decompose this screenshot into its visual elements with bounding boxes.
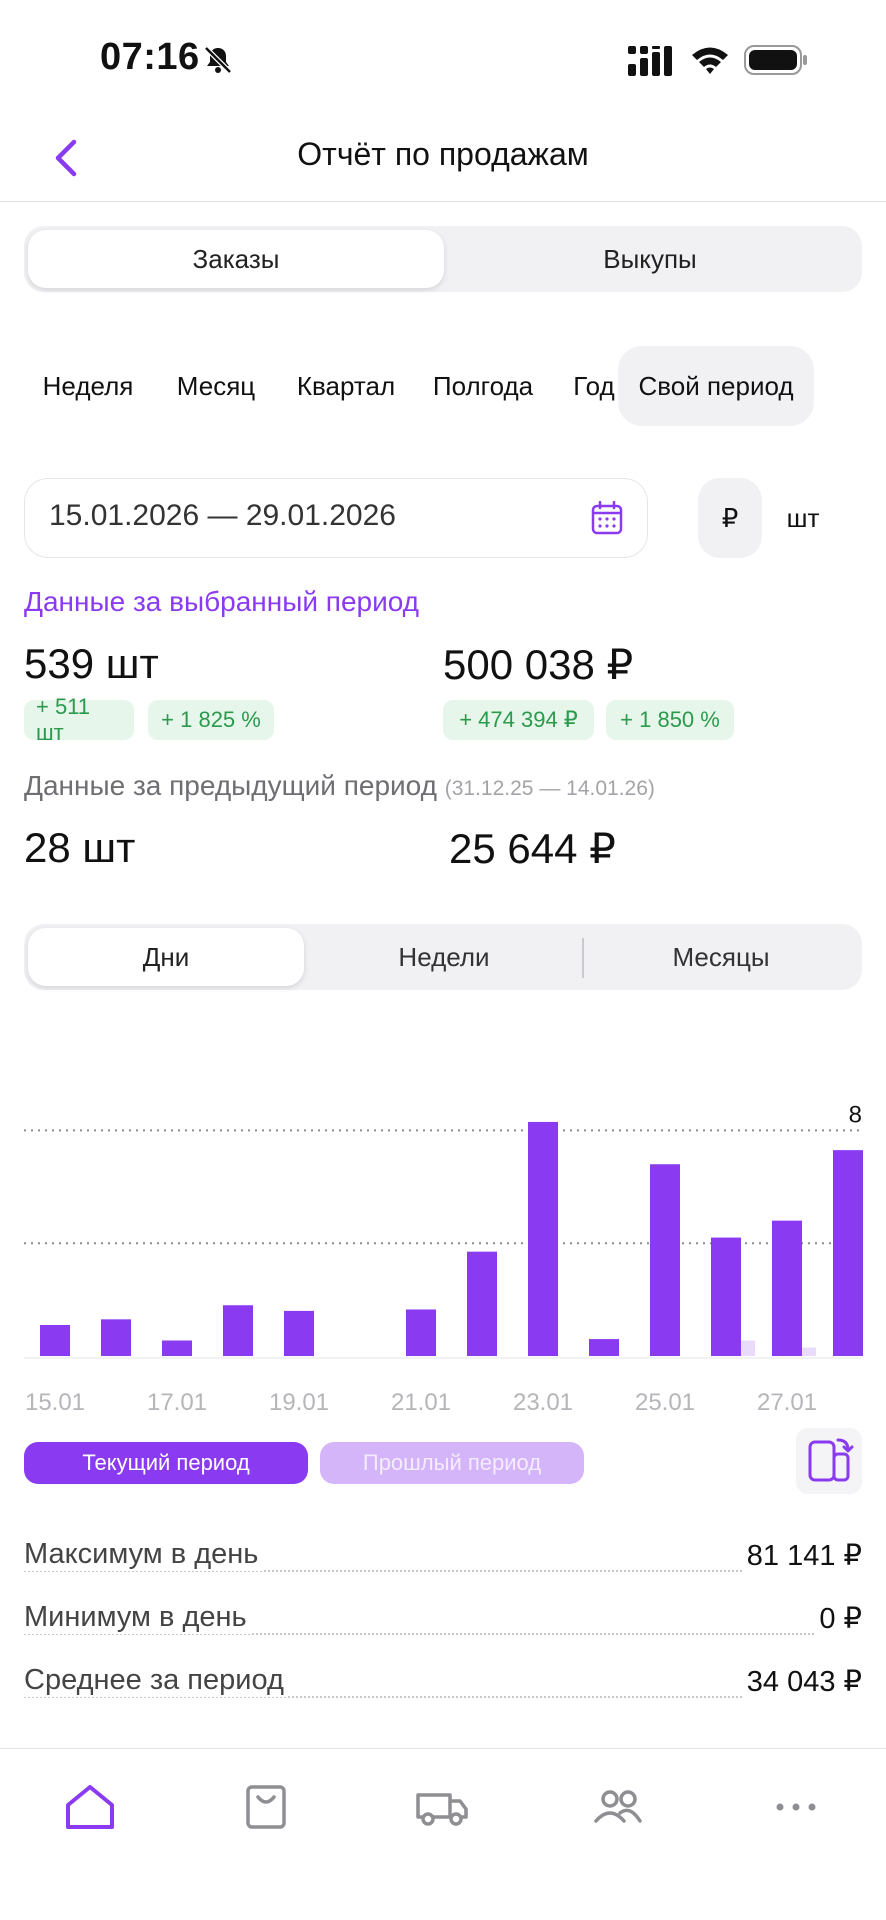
previous-period-range: (31.12.25 — 14.01.26) bbox=[444, 777, 655, 800]
current-period-title: Данные за выбранный период bbox=[24, 586, 420, 617]
tab-months[interactable]: Месяцы bbox=[584, 928, 858, 986]
quantity-delta-badge: + 511 шт bbox=[24, 694, 134, 745]
more-icon[interactable] bbox=[766, 1779, 826, 1835]
battery-icon bbox=[744, 45, 807, 75]
x-tick-label: 15.01 bbox=[25, 1389, 85, 1416]
bar-current-26.01[interactable] bbox=[711, 1237, 741, 1356]
rotate-device-icon bbox=[808, 1438, 854, 1482]
users-icon[interactable] bbox=[588, 1779, 648, 1835]
bar-current-21.01[interactable] bbox=[406, 1309, 436, 1356]
quantity-delta-pct-badge: + 1 825 % bbox=[148, 700, 274, 740]
x-tick-label: 19.01 bbox=[269, 1389, 329, 1416]
x-tick-label: 27.01 bbox=[757, 1389, 817, 1416]
period-week[interactable]: Неделя bbox=[24, 346, 152, 426]
unit-rub-toggle[interactable]: ₽ bbox=[698, 478, 762, 558]
stat-min-per-day: Минимум в день 0 ₽ bbox=[24, 1601, 862, 1641]
bar-current-25.01[interactable] bbox=[650, 1164, 680, 1356]
period-half-year[interactable]: Полгода bbox=[416, 346, 550, 426]
bottom-navigation bbox=[0, 1748, 886, 1920]
bar-current-27.01[interactable] bbox=[772, 1220, 802, 1356]
bar-current-17.01[interactable] bbox=[162, 1340, 192, 1356]
stat-average: Среднее за период 34 043 ₽ bbox=[24, 1664, 862, 1704]
previous-amount: 25 644 ₽ bbox=[449, 825, 616, 872]
previous-quantity: 28 шт bbox=[24, 824, 136, 871]
period-selector: Неделя Месяц Квартал Полгода Год Свой пе… bbox=[24, 346, 874, 426]
bar-current-23.01[interactable] bbox=[528, 1121, 558, 1356]
swap-orientation-button[interactable] bbox=[796, 1428, 862, 1494]
bar-current-18.01[interactable] bbox=[223, 1305, 253, 1356]
date-range-field[interactable]: 15.01.2026 — 29.01.2026 bbox=[24, 478, 648, 558]
tab-buyouts[interactable]: Выкупы bbox=[442, 230, 858, 288]
truck-icon[interactable] bbox=[412, 1779, 472, 1835]
period-quarter[interactable]: Квартал bbox=[280, 346, 412, 426]
signal-icon bbox=[628, 46, 672, 76]
tab-days[interactable]: Дни bbox=[28, 928, 304, 986]
bar-current-19.01[interactable] bbox=[284, 1310, 314, 1356]
bell-off-icon bbox=[204, 46, 232, 74]
current-amount: 500 038 ₽ bbox=[443, 641, 634, 688]
x-tick-label: 17.01 bbox=[147, 1389, 207, 1416]
stat-value: 0 ₽ bbox=[815, 1601, 862, 1636]
amount-delta-pct-badge: + 1 850 % bbox=[606, 700, 734, 740]
bar-current-24.01[interactable] bbox=[589, 1339, 619, 1356]
y-tick-label: 8 bbox=[849, 1101, 862, 1128]
legend-current-period[interactable]: Текущий период bbox=[24, 1442, 308, 1484]
bar-current-28.01[interactable] bbox=[833, 1150, 863, 1356]
stat-value: 34 043 ₽ bbox=[742, 1664, 862, 1699]
home-icon[interactable] bbox=[60, 1779, 120, 1835]
header: Отчёт по продажам bbox=[0, 120, 886, 202]
stat-label: Минимум в день bbox=[24, 1601, 251, 1634]
previous-period-label: Данные за предыдущий период bbox=[24, 770, 437, 801]
bar-current-16.01[interactable] bbox=[101, 1319, 131, 1356]
amount-delta-badge: + 474 394 ₽ bbox=[443, 700, 594, 740]
bar-current-15.01[interactable] bbox=[40, 1324, 70, 1356]
x-tick-label: 23.01 bbox=[513, 1389, 573, 1416]
status-bar: 07:16 bbox=[0, 0, 886, 120]
period-month[interactable]: Месяц bbox=[156, 346, 276, 426]
page-title: Отчёт по продажам bbox=[297, 136, 589, 172]
shopping-bag-icon[interactable] bbox=[236, 1779, 296, 1835]
date-range-text: 15.01.2026 — 29.01.2026 bbox=[49, 499, 396, 532]
x-tick-label: 25.01 bbox=[635, 1389, 695, 1416]
report-type-switch: Заказы Выкупы bbox=[24, 226, 862, 292]
tab-weeks[interactable]: Недели bbox=[306, 928, 582, 986]
stat-max-per-day: Максимум в день 81 141 ₽ bbox=[24, 1538, 862, 1578]
stat-label: Среднее за период bbox=[24, 1664, 288, 1697]
bar-previous-27.01 bbox=[800, 1347, 816, 1356]
bar-previous-26.01 bbox=[739, 1340, 755, 1356]
previous-period-title: Данные за предыдущий период (31.12.25 — … bbox=[24, 770, 655, 802]
stat-label: Максимум в день bbox=[24, 1538, 263, 1571]
x-tick-label: 21.01 bbox=[391, 1389, 451, 1416]
calendar-icon[interactable] bbox=[591, 501, 623, 535]
current-quantity: 539 шт bbox=[24, 640, 159, 687]
bar-current-22.01[interactable] bbox=[467, 1251, 497, 1356]
wifi-icon bbox=[692, 47, 728, 74]
legend-previous-period[interactable]: Прошлый период bbox=[320, 1442, 584, 1484]
stat-value: 81 141 ₽ bbox=[742, 1538, 862, 1573]
sales-bar-chart: 8415.0117.0119.0121.0123.0125.0127.01 bbox=[24, 1101, 863, 1416]
status-time: 07:16 bbox=[100, 36, 200, 78]
granularity-switch: Дни Недели Месяцы bbox=[24, 924, 862, 990]
period-custom[interactable]: Свой период bbox=[618, 346, 814, 426]
tab-orders[interactable]: Заказы bbox=[28, 230, 444, 288]
unit-pcs-toggle[interactable]: шт bbox=[770, 478, 836, 558]
